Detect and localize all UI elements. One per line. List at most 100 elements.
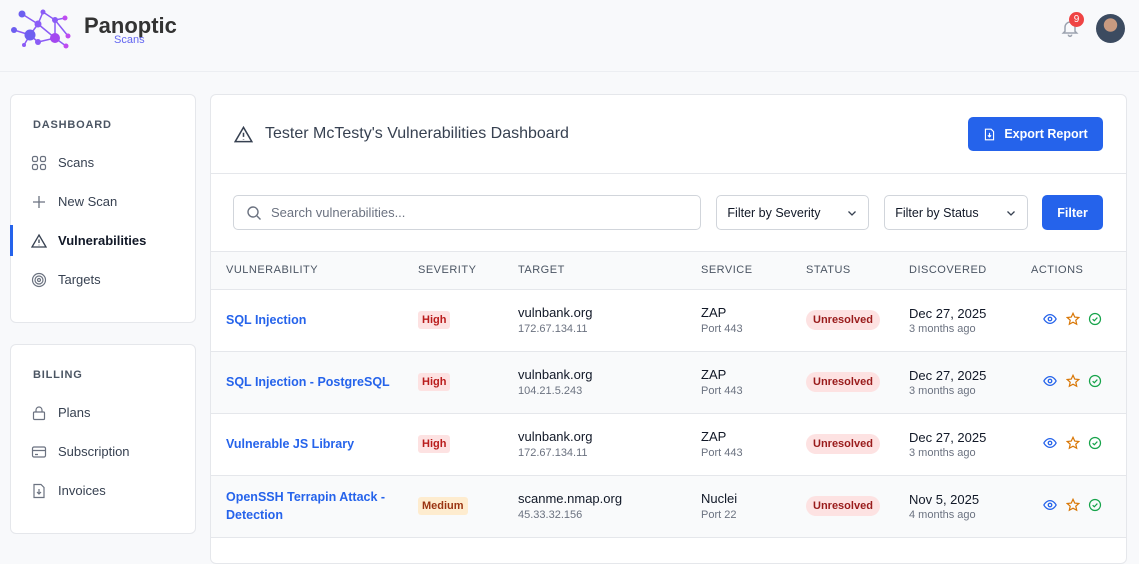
star-icon[interactable] xyxy=(1065,435,1080,453)
column-header[interactable]: VULNERABILITY xyxy=(211,252,418,290)
star-icon[interactable] xyxy=(1065,497,1080,515)
sidebar-item-scans[interactable]: Scans xyxy=(11,143,195,182)
search-input[interactable]: Search vulnerabilities... xyxy=(233,195,702,230)
discovered-date: Dec 27, 2025 xyxy=(909,429,987,445)
vulnerabilities-panel: Tester McTesty's Vulnerabilities Dashboa… xyxy=(210,94,1127,564)
sidebar-item-label: Plans xyxy=(58,405,91,420)
sidebar-item-subscription[interactable]: Subscription xyxy=(11,432,195,471)
severity-filter-value: Filter by Severity xyxy=(727,205,821,220)
sidebar-dashboard: DASHBOARD Scans New Scan Vulnerabilities… xyxy=(10,94,196,323)
sidebar-item-invoices[interactable]: Invoices xyxy=(11,471,195,510)
target-host: scanme.nmap.org xyxy=(518,491,623,506)
table-row: SQL Injection - PostgreSQL High vulnbank… xyxy=(211,351,1126,414)
severity-filter-select[interactable]: Filter by Severity xyxy=(716,195,870,230)
avatar[interactable] xyxy=(1096,14,1125,43)
discovered-date: Dec 27, 2025 xyxy=(909,305,987,321)
check-circle-icon[interactable] xyxy=(1088,436,1102,453)
logo[interactable]: Panoptic Scans xyxy=(8,8,177,52)
severity-badge: High xyxy=(418,311,451,329)
eye-icon[interactable] xyxy=(1043,498,1057,515)
column-header[interactable]: SEVERITY xyxy=(418,252,518,290)
sidebar-item-label: Targets xyxy=(58,272,101,287)
sidebar-item-label: Scans xyxy=(58,155,95,170)
discovered-date: Nov 5, 2025 xyxy=(909,491,980,507)
sidebar-item-new-scan[interactable]: New Scan xyxy=(11,182,195,221)
service-port: Port 22 xyxy=(701,509,737,521)
sidebar-item-label: Subscription xyxy=(58,444,130,459)
check-circle-icon[interactable] xyxy=(1088,498,1102,515)
status-filter-value: Filter by Status xyxy=(895,205,979,220)
plus-icon xyxy=(33,195,45,208)
sidebar-item-vulnerabilities[interactable]: Vulnerabilities xyxy=(10,221,195,260)
export-report-button[interactable]: Export Report xyxy=(968,117,1103,151)
warning-icon xyxy=(31,233,47,248)
vulnerability-link[interactable]: OpenSSH Terrapin Attack - Detection xyxy=(226,488,398,524)
target-host: vulnbank.org xyxy=(518,429,593,444)
status-badge: Unresolved xyxy=(806,496,880,516)
check-circle-icon[interactable] xyxy=(1088,374,1102,391)
lock-icon xyxy=(32,405,46,420)
status-badge: Unresolved xyxy=(806,310,880,330)
column-header[interactable]: TARGET xyxy=(518,252,701,290)
column-header[interactable]: DISCOVERED xyxy=(909,252,1031,290)
top-bar: Panoptic Scans 9 xyxy=(0,0,1139,72)
service-port: Port 443 xyxy=(701,447,743,459)
grid-icon xyxy=(31,155,47,170)
chevron-down-icon xyxy=(1007,210,1016,216)
service-name: ZAP xyxy=(701,367,727,382)
section-title: DASHBOARD xyxy=(33,119,112,131)
vulnerability-link[interactable]: Vulnerable JS Library xyxy=(226,435,398,453)
service-port: Port 443 xyxy=(701,385,743,397)
credit-card-icon xyxy=(31,445,47,458)
chevron-down-icon xyxy=(848,210,857,216)
search-placeholder: Search vulnerabilities... xyxy=(271,205,406,220)
service-name: ZAP xyxy=(701,305,727,320)
target-ip: 104.21.5.243 xyxy=(518,385,583,397)
discovered-date: Dec 27, 2025 xyxy=(909,367,987,383)
severity-badge: High xyxy=(418,435,451,453)
file-icon xyxy=(985,128,995,140)
target-host: vulnbank.org xyxy=(518,367,593,382)
column-header[interactable]: SERVICE xyxy=(701,252,806,290)
sidebar-item-label: Vulnerabilities xyxy=(58,233,147,248)
eye-icon[interactable] xyxy=(1043,312,1057,329)
invoice-download-icon xyxy=(33,483,45,498)
table-row: OpenSSH Terrapin Attack - Detection Medi… xyxy=(211,475,1126,538)
filter-button[interactable]: Filter xyxy=(1042,195,1103,230)
target-ip: 45.33.32.156 xyxy=(518,509,583,521)
discovered-ago: 3 months ago xyxy=(909,384,976,397)
service-name: Nuclei xyxy=(701,491,738,506)
status-filter-select[interactable]: Filter by Status xyxy=(884,195,1029,230)
sidebar-item-targets[interactable]: Targets xyxy=(11,260,195,299)
severity-badge: Medium xyxy=(418,497,468,515)
page-title: Tester McTesty's Vulnerabilities Dashboa… xyxy=(265,125,569,142)
warning-icon xyxy=(234,125,253,142)
notification-count: 9 xyxy=(1069,12,1084,27)
column-header[interactable]: STATUS xyxy=(806,252,909,290)
eye-icon[interactable] xyxy=(1043,436,1057,453)
severity-badge: High xyxy=(418,373,451,391)
target-icon xyxy=(31,272,47,287)
sidebar-billing: BILLING Plans Subscription Invoices xyxy=(10,344,196,534)
sidebar-item-label: Invoices xyxy=(58,483,106,498)
star-icon[interactable] xyxy=(1065,311,1080,329)
discovered-ago: 3 months ago xyxy=(909,322,976,335)
table-row: Vulnerable JS Library High vulnbank.org 1… xyxy=(211,413,1126,476)
discovered-ago: 3 months ago xyxy=(909,446,976,459)
vulnerabilities-table: VULNERABILITY SEVERITY TARGET SERVICE ST… xyxy=(211,252,1126,538)
section-title: BILLING xyxy=(33,369,83,381)
sidebar-item-plans[interactable]: Plans xyxy=(11,393,195,432)
service-name: ZAP xyxy=(701,429,727,444)
target-ip: 172.67.134.11 xyxy=(518,447,588,459)
eye-icon[interactable] xyxy=(1043,374,1057,391)
star-icon[interactable] xyxy=(1065,373,1080,391)
vulnerability-link[interactable]: SQL Injection - PostgreSQL xyxy=(226,373,398,391)
vulnerability-link[interactable]: SQL Injection xyxy=(226,311,398,329)
table-row: SQL Injection High vulnbank.org 172.67.13… xyxy=(211,289,1126,352)
check-circle-icon[interactable] xyxy=(1088,312,1102,329)
discovered-ago: 4 months ago xyxy=(909,508,976,521)
target-ip: 172.67.134.11 xyxy=(518,323,588,335)
status-badge: Unresolved xyxy=(806,434,880,454)
service-port: Port 443 xyxy=(701,323,743,335)
search-icon xyxy=(247,205,261,220)
